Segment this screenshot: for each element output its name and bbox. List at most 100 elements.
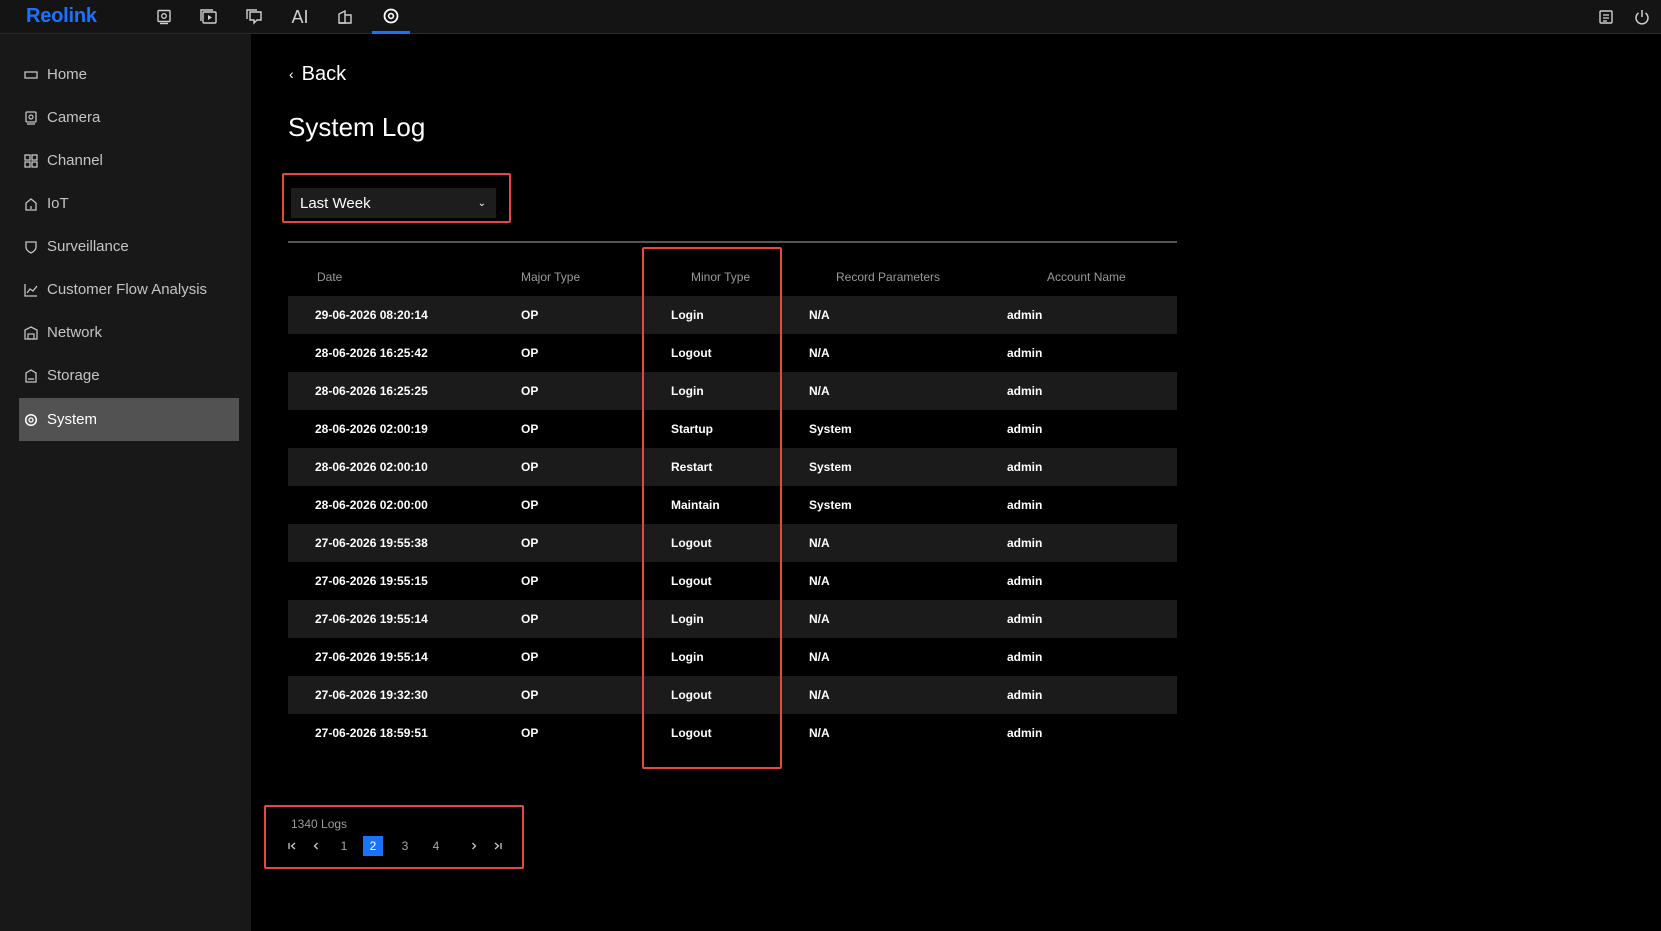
cell-account-name: admin bbox=[1007, 726, 1043, 740]
highlight-box-pagination bbox=[264, 805, 524, 869]
cell-date: 28-06-2026 02:00:19 bbox=[315, 422, 428, 436]
playback-icon[interactable] bbox=[191, 0, 227, 34]
header-date[interactable]: Date bbox=[317, 270, 342, 284]
cell-major-type: OP bbox=[521, 574, 539, 588]
chevron-left-icon: ‹ bbox=[289, 66, 294, 82]
cell-account-name: admin bbox=[1007, 346, 1043, 360]
sidebar-item-label: System bbox=[47, 411, 98, 428]
cell-record-parameters: N/A bbox=[809, 308, 830, 322]
iot-icon bbox=[23, 196, 39, 212]
sidebar-item-label: IoT bbox=[47, 195, 69, 212]
camera-icon bbox=[23, 110, 39, 126]
sidebar-item-network[interactable]: Network bbox=[19, 311, 239, 354]
time-range-select[interactable]: Last Week ⌄ bbox=[291, 188, 496, 218]
cell-date: 27-06-2026 19:55:14 bbox=[315, 650, 428, 664]
header-major-type[interactable]: Major Type bbox=[521, 270, 580, 284]
sidebar-item-storage[interactable]: Storage bbox=[19, 354, 239, 397]
page-title: System Log bbox=[288, 112, 426, 142]
last-page-icon[interactable] bbox=[492, 836, 504, 856]
cell-major-type: OP bbox=[521, 688, 539, 702]
cell-record-parameters: N/A bbox=[809, 612, 830, 626]
sidebar-item-home[interactable]: Home bbox=[19, 53, 239, 96]
cell-major-type: OP bbox=[521, 346, 539, 360]
cell-record-parameters: System bbox=[809, 460, 852, 474]
shield-icon bbox=[23, 239, 39, 255]
cell-date: 29-06-2026 08:20:14 bbox=[315, 308, 428, 322]
live-view-icon[interactable] bbox=[146, 0, 182, 34]
next-page-icon[interactable] bbox=[468, 836, 480, 856]
cell-record-parameters: N/A bbox=[809, 536, 830, 550]
page-2[interactable]: 2 bbox=[363, 836, 383, 856]
chart-line-icon bbox=[23, 282, 39, 298]
settings-icon[interactable] bbox=[372, 0, 410, 34]
sidebar-item-label: Network bbox=[47, 324, 103, 341]
sidebar-item-label: Surveillance bbox=[47, 238, 129, 255]
sidebar-item-channel[interactable]: Channel bbox=[19, 139, 239, 182]
cell-record-parameters: N/A bbox=[809, 726, 830, 740]
cell-account-name: admin bbox=[1007, 498, 1043, 512]
cell-record-parameters: N/A bbox=[809, 574, 830, 588]
header-record-parameters[interactable]: Record Parameters bbox=[836, 270, 940, 284]
sidebar-item-label: Camera bbox=[47, 109, 101, 126]
cell-major-type: OP bbox=[521, 726, 539, 740]
cell-major-type: OP bbox=[521, 384, 539, 398]
cell-account-name: admin bbox=[1007, 536, 1043, 550]
header-account-name[interactable]: Account Name bbox=[1047, 270, 1126, 284]
cell-major-type: OP bbox=[521, 422, 539, 436]
cell-date: 27-06-2026 19:55:14 bbox=[315, 612, 428, 626]
cell-date: 28-06-2026 16:25:42 bbox=[315, 346, 428, 360]
cell-major-type: OP bbox=[521, 460, 539, 474]
sidebar-item-label: Customer Flow Analysis bbox=[47, 281, 208, 298]
cell-major-type: OP bbox=[521, 536, 539, 550]
cell-record-parameters: System bbox=[809, 498, 852, 512]
power-icon[interactable] bbox=[1624, 0, 1660, 34]
cell-account-name: admin bbox=[1007, 422, 1043, 436]
cell-record-parameters: N/A bbox=[809, 688, 830, 702]
cell-major-type: OP bbox=[521, 498, 539, 512]
gear-icon bbox=[23, 412, 39, 428]
cell-record-parameters: N/A bbox=[809, 384, 830, 398]
cell-record-parameters: N/A bbox=[809, 346, 830, 360]
cell-major-type: OP bbox=[521, 650, 539, 664]
cell-date: 27-06-2026 19:55:15 bbox=[315, 574, 428, 588]
cell-account-name: admin bbox=[1007, 384, 1043, 398]
devices-icon[interactable] bbox=[327, 0, 363, 34]
messages-icon[interactable] bbox=[236, 0, 272, 34]
cell-account-name: admin bbox=[1007, 460, 1043, 474]
sidebar-item-system[interactable]: System bbox=[19, 398, 239, 441]
highlight-box-minor-type bbox=[642, 247, 782, 769]
sidebar-item-iot[interactable]: IoT bbox=[19, 182, 239, 225]
cell-date: 27-06-2026 19:55:38 bbox=[315, 536, 428, 550]
cell-date: 28-06-2026 02:00:00 bbox=[315, 498, 428, 512]
cell-account-name: admin bbox=[1007, 650, 1043, 664]
sidebar-item-label: Storage bbox=[47, 367, 100, 384]
time-range-value: Last Week bbox=[300, 194, 371, 212]
cell-account-name: admin bbox=[1007, 574, 1043, 588]
cell-date: 27-06-2026 18:59:51 bbox=[315, 726, 428, 740]
back-button[interactable]: ‹ Back bbox=[289, 60, 346, 88]
page-4[interactable]: 4 bbox=[430, 836, 442, 856]
notes-icon[interactable] bbox=[1588, 0, 1624, 34]
page-1[interactable]: 1 bbox=[338, 836, 350, 856]
log-count: 1340 Logs bbox=[291, 817, 348, 831]
prev-page-icon[interactable] bbox=[310, 836, 322, 856]
ai-button[interactable]: AI bbox=[282, 0, 318, 34]
sidebar-item-camera[interactable]: Camera bbox=[19, 96, 239, 139]
sidebar-item-customer-flow-analysis[interactable]: Customer Flow Analysis bbox=[19, 268, 239, 311]
cell-account-name: admin bbox=[1007, 308, 1043, 322]
first-page-icon[interactable] bbox=[286, 836, 298, 856]
cell-date: 27-06-2026 19:32:30 bbox=[315, 688, 428, 702]
sidebar-item-label: Channel bbox=[47, 152, 103, 169]
cell-major-type: OP bbox=[521, 612, 539, 626]
divider bbox=[288, 241, 1177, 243]
cell-date: 28-06-2026 02:00:10 bbox=[315, 460, 428, 474]
reolink-logo: Reolink bbox=[26, 5, 97, 27]
chevron-down-icon: ⌄ bbox=[477, 197, 486, 209]
sidebar-item-surveillance[interactable]: Surveillance bbox=[19, 225, 239, 268]
page-3[interactable]: 3 bbox=[399, 836, 411, 856]
cell-date: 28-06-2026 16:25:25 bbox=[315, 384, 428, 398]
home-icon bbox=[23, 67, 39, 83]
cell-major-type: OP bbox=[521, 308, 539, 322]
cell-record-parameters: N/A bbox=[809, 650, 830, 664]
sidebar-item-label: Home bbox=[47, 66, 88, 83]
